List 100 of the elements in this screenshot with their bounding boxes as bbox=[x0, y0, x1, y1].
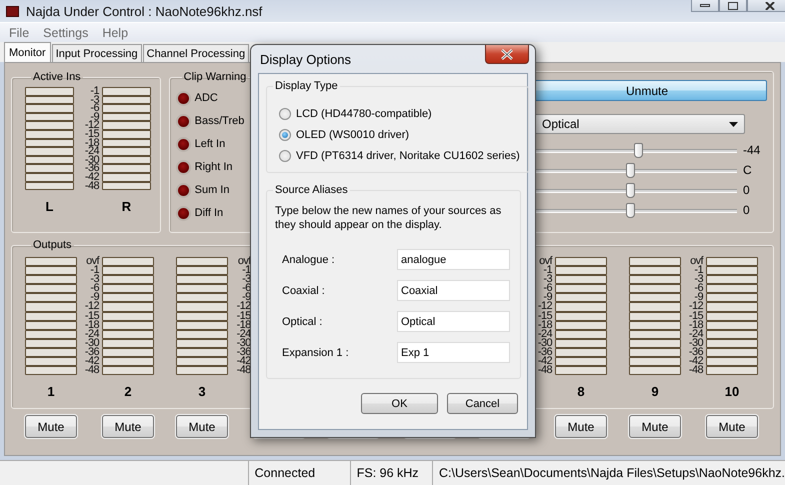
scale-label: -42 bbox=[688, 357, 703, 366]
menu-item[interactable]: File bbox=[9, 26, 30, 40]
scale-label: -1 bbox=[90, 87, 99, 96]
radio-button[interactable] bbox=[279, 129, 291, 141]
field-label: Analogue : bbox=[281, 254, 336, 266]
scale-label: -15 bbox=[688, 312, 703, 321]
scale-label: -6 bbox=[90, 104, 99, 113]
scale-label: -9 bbox=[90, 112, 99, 122]
scale-label: -12 bbox=[236, 302, 251, 312]
scale-label: -36 bbox=[688, 348, 703, 358]
scale-label: -42 bbox=[236, 357, 251, 366]
channel-label: L bbox=[46, 199, 54, 214]
status-text: FS: 96 kHz bbox=[350, 461, 432, 485]
scale-label: -18 bbox=[84, 138, 99, 148]
scale-label: -6 bbox=[543, 284, 552, 294]
slider-value: 0 bbox=[743, 183, 750, 197]
scale-label: -48 bbox=[688, 366, 703, 376]
scale-label: -3 bbox=[694, 275, 703, 284]
input-field[interactable]: Optical bbox=[397, 311, 510, 332]
mute-button[interactable]: Mute bbox=[706, 415, 758, 438]
scale-label: ovf bbox=[86, 257, 99, 266]
indicator-label: Right In bbox=[194, 161, 233, 173]
scale-label: -6 bbox=[694, 284, 703, 294]
group-title: Clip Warning bbox=[182, 71, 248, 83]
tab[interactable]: Input Processing bbox=[52, 44, 142, 62]
scale-label: -42 bbox=[538, 357, 552, 366]
slider-thumb[interactable] bbox=[634, 142, 644, 158]
status-text: C:\Users\Sean\Documents\Najda Files\Setups\NaoNote96khz. bbox=[432, 461, 785, 485]
close-icon bbox=[764, 2, 776, 10]
tab[interactable]: Channel Processing bbox=[142, 44, 250, 62]
cancel-button[interactable]: Cancel bbox=[447, 393, 518, 414]
channel-number: 8 bbox=[577, 384, 585, 400]
slider-thumb[interactable] bbox=[626, 202, 635, 218]
led-indicator bbox=[176, 182, 191, 198]
tab[interactable]: Monitor bbox=[4, 42, 51, 62]
radio-button[interactable] bbox=[279, 108, 291, 120]
led-indicator bbox=[176, 160, 191, 174]
mute-button[interactable]: Mute bbox=[176, 415, 228, 438]
scale-label: -30 bbox=[688, 338, 703, 348]
scale-label: -30 bbox=[84, 338, 99, 348]
scale-label: -36 bbox=[538, 348, 552, 358]
scale-label: -36 bbox=[84, 348, 99, 358]
input-field[interactable]: Exp 1 bbox=[397, 342, 510, 363]
scale-label: -9 bbox=[543, 293, 552, 302]
group-title: Display Type bbox=[274, 80, 339, 92]
scale-label: -24 bbox=[538, 330, 552, 339]
maximize-button[interactable] bbox=[719, 0, 747, 12]
scale-label: -48 bbox=[84, 182, 99, 190]
channel-number: 2 bbox=[124, 384, 132, 400]
scale-label: -1 bbox=[90, 266, 99, 276]
slider-value: C bbox=[743, 163, 752, 177]
scale-label: -24 bbox=[688, 330, 703, 339]
scale-label: -3 bbox=[90, 275, 99, 284]
scale-label: -12 bbox=[84, 302, 99, 312]
mute-button[interactable]: Mute bbox=[25, 415, 77, 438]
scale-label: -18 bbox=[538, 320, 552, 330]
group-title: Source Aliases bbox=[274, 184, 349, 196]
field-label: Coaxial : bbox=[281, 284, 326, 296]
maximize-icon bbox=[728, 2, 738, 10]
scale-label: -9 bbox=[694, 293, 703, 302]
minimize-button[interactable] bbox=[691, 0, 719, 12]
ok-button[interactable]: OK bbox=[361, 393, 438, 414]
scale-label: -48 bbox=[538, 366, 552, 376]
scale-label: -42 bbox=[84, 357, 99, 366]
scale-label: -18 bbox=[84, 320, 99, 330]
scale-label: -30 bbox=[84, 156, 99, 164]
scale-label: -30 bbox=[538, 338, 552, 348]
menu-item[interactable]: Help bbox=[102, 26, 128, 40]
radio-option[interactable]: OLED (WS0010 driver) bbox=[279, 129, 520, 141]
status-text: Connected bbox=[248, 461, 350, 485]
input-field[interactable]: analogue bbox=[397, 249, 510, 270]
field-label: Optical : bbox=[281, 316, 324, 328]
led-indicator bbox=[176, 206, 191, 220]
input-field[interactable]: Coaxial bbox=[397, 280, 510, 301]
radio-button[interactable] bbox=[279, 150, 291, 162]
close-button[interactable] bbox=[747, 0, 785, 12]
window-title: Najda Under Control : NaoNote96khz.nsf bbox=[26, 4, 262, 18]
radio-option[interactable]: VFD (PT6314 driver, Noritake CU1602 series) bbox=[279, 150, 520, 162]
minimize-icon bbox=[700, 3, 710, 8]
led-indicator bbox=[176, 114, 191, 128]
mute-button[interactable]: Mute bbox=[102, 415, 154, 438]
indicator-label: ADC bbox=[194, 92, 218, 104]
indicator-label: Bass/Treb bbox=[194, 115, 244, 127]
radio-option[interactable]: LCD (HD44780-compatible) bbox=[279, 108, 520, 120]
scale-label: -48 bbox=[84, 366, 99, 376]
mute-button[interactable]: Mute bbox=[555, 415, 607, 438]
indicator-label: Left In bbox=[194, 138, 226, 150]
group-title: Outputs bbox=[32, 239, 73, 251]
scale-label: -12 bbox=[84, 121, 99, 130]
menu-item[interactable]: Settings bbox=[43, 26, 88, 40]
scale-label: -24 bbox=[236, 330, 251, 339]
scale-label: -3 bbox=[90, 96, 99, 104]
slider-thumb[interactable] bbox=[626, 162, 635, 178]
close-button[interactable] bbox=[485, 45, 529, 64]
app-icon bbox=[6, 6, 19, 16]
slider-value: -44 bbox=[743, 143, 760, 157]
close-icon bbox=[500, 48, 514, 60]
scale-label: -1 bbox=[694, 266, 703, 276]
mute-button[interactable]: Mute bbox=[629, 415, 681, 438]
slider-thumb[interactable] bbox=[626, 182, 635, 198]
